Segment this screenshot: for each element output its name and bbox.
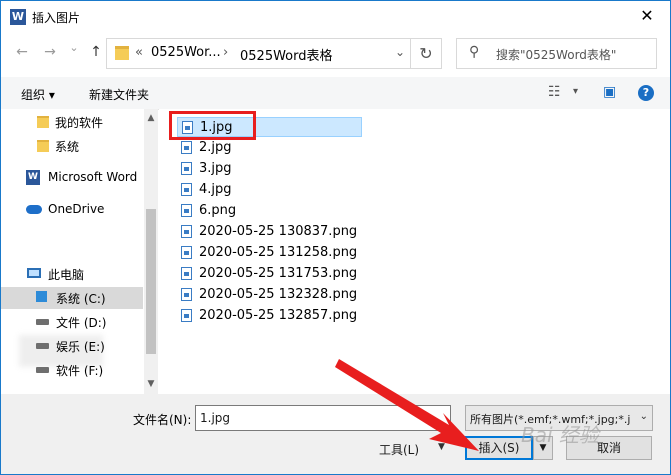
image-file-icon xyxy=(181,141,192,154)
red-pointer-arrow xyxy=(335,359,479,451)
title-bar: W 插入图片 ✕ xyxy=(1,1,670,33)
sidebar-item-label: 文件 (D:) xyxy=(56,316,107,330)
file-item[interactable]: 2020-05-25 131258.png xyxy=(177,243,361,263)
file-item[interactable]: 3.jpg xyxy=(177,159,361,179)
refresh-icon[interactable]: ↻ xyxy=(410,39,441,68)
file-item[interactable]: 2020-05-25 132328.png xyxy=(177,285,361,305)
dialog-title: 插入图片 xyxy=(32,11,81,25)
image-file-icon xyxy=(181,204,192,217)
sidebar-item-label: 软件 (F:) xyxy=(56,364,104,378)
drive-icon xyxy=(36,367,49,373)
back-arrow-icon[interactable]: ← xyxy=(13,44,31,60)
search-placeholder[interactable]: 搜索"0525Word表格" xyxy=(496,46,616,63)
sidebar-scrollbar[interactable]: ▲ ▼ xyxy=(144,109,158,394)
navigation-pane: 我的软件 系统 W Microsoft Word OneDrive 此电脑 系统… xyxy=(1,109,158,394)
sidebar-item-drive-e[interactable]: 娱乐 (E:) xyxy=(1,335,143,357)
red-pointer-arrow-shape xyxy=(335,359,479,451)
drive-icon xyxy=(36,319,49,325)
chevron-down-icon[interactable]: ⌄ xyxy=(635,411,648,422)
sidebar-item-drive-c[interactable]: 系统 (C:) xyxy=(1,287,143,309)
breadcrumb-parent[interactable]: 0525Wor... xyxy=(151,45,221,60)
breadcrumb-separator[interactable]: › xyxy=(223,45,228,60)
search-box[interactable]: ⚲ 搜索"0525Word表格" xyxy=(456,38,657,69)
up-arrow-icon[interactable]: ↑ xyxy=(87,44,105,60)
sidebar-item-drive-d[interactable]: 文件 (D:) xyxy=(1,311,143,333)
forward-arrow-icon[interactable]: → xyxy=(41,44,59,60)
new-folder-button[interactable]: 新建文件夹 xyxy=(89,86,149,103)
image-file-icon xyxy=(181,162,192,175)
watermark: Bai 经验 xyxy=(521,423,599,447)
command-toolbar: 组织 ▾ 新建文件夹 ☷ ▾ ▣ ? xyxy=(1,77,670,110)
view-options-icon[interactable]: ☷ xyxy=(548,84,561,100)
crumb-prefix[interactable]: « xyxy=(135,45,143,60)
view-dropdown-icon[interactable]: ▾ xyxy=(573,86,578,97)
image-file-icon xyxy=(181,183,192,196)
sidebar-item-label: 系统 (C:) xyxy=(56,292,106,306)
sidebar-item-label: 此电脑 xyxy=(48,268,85,282)
close-button[interactable]: ✕ xyxy=(624,1,670,31)
image-file-icon xyxy=(181,225,192,238)
file-name: 2020-05-25 130837.png xyxy=(199,224,358,239)
sidebar-item-label: 我的软件 xyxy=(55,116,104,130)
sidebar-item-label: 娱乐 (E:) xyxy=(56,340,105,354)
windows-drive-icon xyxy=(36,291,47,302)
filename-value[interactable]: 1.jpg xyxy=(200,411,230,425)
address-dropdown-icon[interactable]: ⌄ xyxy=(395,45,405,59)
sidebar-item-this-pc[interactable]: 此电脑 xyxy=(1,263,143,285)
filename-label: 文件名(N): xyxy=(133,413,192,427)
file-name: 2020-05-25 132857.png xyxy=(199,308,358,323)
scrollbar-thumb[interactable] xyxy=(146,209,156,354)
file-item[interactable]: 6.png xyxy=(177,201,361,221)
image-file-icon xyxy=(181,267,192,280)
computer-icon xyxy=(27,268,41,278)
file-item[interactable]: 2020-05-25 130837.png xyxy=(177,222,361,242)
recent-locations-icon[interactable]: ⌄ xyxy=(65,41,83,54)
image-file-icon xyxy=(181,309,192,322)
sidebar-item-system-folder[interactable]: 系统 xyxy=(1,135,143,157)
file-name: 4.jpg xyxy=(199,182,232,197)
folder-icon xyxy=(37,116,49,128)
drive-icon xyxy=(36,343,49,349)
folder-icon xyxy=(115,46,129,60)
file-item[interactable]: 2.jpg xyxy=(177,138,361,158)
word-app-icon: W xyxy=(10,9,26,25)
highlight-box xyxy=(169,111,256,140)
scroll-up-icon[interactable]: ▲ xyxy=(144,113,158,123)
sidebar-item-my-software[interactable]: 我的软件 xyxy=(1,111,143,133)
sidebar-item-onedrive[interactable]: OneDrive xyxy=(1,199,143,221)
file-name: 2020-05-25 131258.png xyxy=(199,245,358,260)
address-bar[interactable]: « 0525Wor... › 0525Word表格 ⌄ ↻ xyxy=(106,38,442,69)
file-name: 2020-05-25 132328.png xyxy=(199,287,358,302)
preview-pane-icon[interactable]: ▣ xyxy=(603,84,616,100)
file-name: 2.jpg xyxy=(199,140,232,155)
insert-picture-dialog: W 插入图片 ✕ ← → ⌄ ↑ « 0525Wor... › 0525Word… xyxy=(0,0,671,475)
scroll-down-icon[interactable]: ▼ xyxy=(144,379,158,389)
file-list: 1.jpg 2.jpg 3.jpg 4.jpg 6.png 2020-05-25… xyxy=(159,109,670,394)
sidebar-item-label: Microsoft Word xyxy=(48,170,138,184)
sidebar-item-microsoft-word[interactable]: W Microsoft Word xyxy=(1,167,143,189)
file-item[interactable]: 2020-05-25 131753.png xyxy=(177,264,361,284)
folder-icon xyxy=(37,140,49,152)
file-item[interactable]: 4.jpg xyxy=(177,180,361,200)
search-icon: ⚲ xyxy=(469,44,480,60)
image-file-icon xyxy=(181,246,192,259)
help-icon[interactable]: ? xyxy=(638,85,654,101)
breadcrumb-current[interactable]: 0525Word表格 xyxy=(240,45,333,64)
sidebar-item-label: 系统 xyxy=(55,140,80,154)
image-file-icon xyxy=(181,288,192,301)
sidebar-item-label: OneDrive xyxy=(48,202,105,216)
file-name: 6.png xyxy=(199,203,237,218)
sidebar-item-drive-f[interactable]: 软件 (F:) xyxy=(1,359,143,381)
onedrive-icon xyxy=(26,205,42,214)
file-name: 3.jpg xyxy=(199,161,232,176)
word-icon: W xyxy=(26,170,40,185)
organize-button[interactable]: 组织 ▾ xyxy=(21,86,55,103)
file-item[interactable]: 2020-05-25 132857.png xyxy=(177,306,361,326)
file-name: 2020-05-25 131753.png xyxy=(199,266,358,281)
